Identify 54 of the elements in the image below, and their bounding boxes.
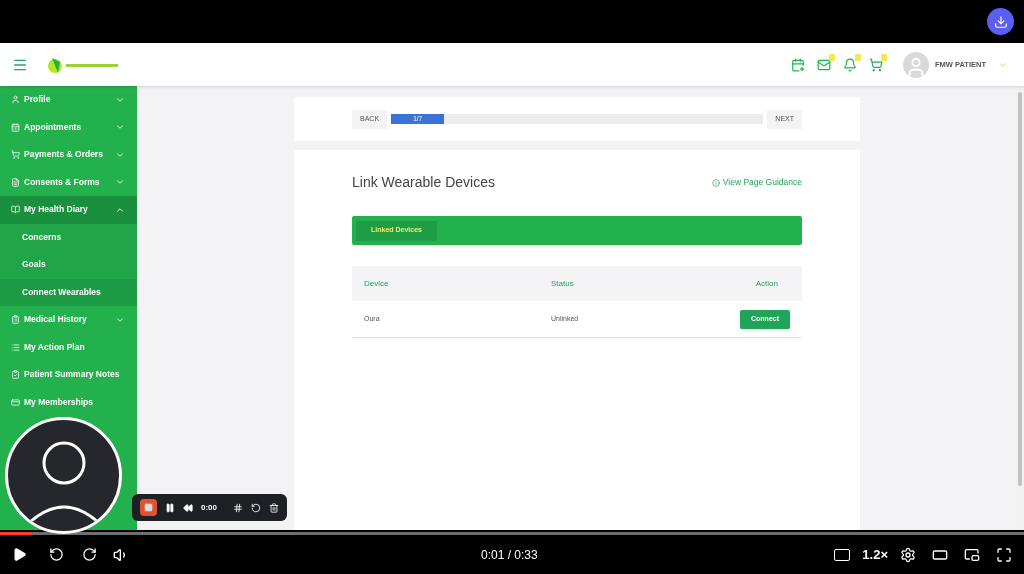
bell-icon[interactable] xyxy=(843,57,858,72)
sidebar-subitem[interactable]: Concerns xyxy=(0,223,137,251)
sidebar-item[interactable]: My Health Diary xyxy=(0,196,137,224)
menu-item-icon xyxy=(11,397,20,407)
sidebar-item[interactable]: Profile xyxy=(0,86,137,114)
recording-time: 0:00 xyxy=(201,501,217,514)
sidebar-item[interactable]: Medical History xyxy=(0,306,137,334)
menu-item-icon xyxy=(11,150,20,160)
badge-icon xyxy=(881,53,888,61)
fullscreen-icon[interactable] xyxy=(996,546,1012,563)
mail-icon[interactable] xyxy=(817,57,832,72)
menu-item-icon xyxy=(11,95,20,105)
menu-item-icon xyxy=(11,315,20,325)
column-header: Device xyxy=(364,277,390,290)
sidebar-subitem[interactable]: Goals xyxy=(0,251,137,279)
skip-forward-icon[interactable] xyxy=(82,547,97,562)
stop-button[interactable] xyxy=(140,499,157,516)
info-icon xyxy=(711,178,720,187)
menu-item-icon xyxy=(11,122,20,132)
column-header: Action xyxy=(755,277,779,290)
settings-icon[interactable] xyxy=(900,546,916,563)
menu-item-icon xyxy=(11,370,20,380)
skip-back-icon[interactable] xyxy=(49,547,64,562)
sidebar-item[interactable]: My Memberships xyxy=(0,388,137,416)
badge-icon xyxy=(855,53,862,61)
trash-icon[interactable] xyxy=(269,502,279,513)
download-button[interactable] xyxy=(987,8,1014,35)
menu-item-icon xyxy=(11,205,20,215)
reset-icon[interactable] xyxy=(251,502,261,513)
grid-icon[interactable] xyxy=(233,502,243,513)
guidance-link[interactable]: View Page Guidance xyxy=(711,176,802,189)
page-title: Link Wearable Devices xyxy=(352,173,495,192)
speed-button[interactable]: 1.2× xyxy=(862,544,888,565)
captions-icon[interactable] xyxy=(834,548,851,561)
menu-item-icon xyxy=(11,342,20,352)
menu-item-icon xyxy=(11,177,20,187)
badge-icon xyxy=(829,53,836,61)
download-icon xyxy=(993,14,1008,29)
play-icon[interactable] xyxy=(12,547,27,562)
sidebar-item[interactable]: Consents & Forms xyxy=(0,168,137,196)
cart-icon[interactable] xyxy=(869,57,884,72)
sidebar-item[interactable]: Payments & Orders xyxy=(0,141,137,169)
rewind-icon[interactable] xyxy=(183,502,193,513)
sidebar-subitem[interactable]: Connect Wearables xyxy=(0,278,137,306)
video-time: 0:01 / 0:33 xyxy=(481,546,538,564)
sidebar-item[interactable]: Appointments xyxy=(0,113,137,141)
column-header: Status xyxy=(551,277,575,290)
picture-in-picture-icon[interactable] xyxy=(964,546,980,563)
sidebar-item[interactable]: My Action Plan xyxy=(0,333,137,361)
video-progress-track[interactable] xyxy=(0,532,1024,535)
pause-icon[interactable] xyxy=(165,502,175,513)
sidebar-item[interactable]: Patient Summary Notes xyxy=(0,361,137,389)
calendar-add-icon[interactable] xyxy=(791,57,806,72)
stop-icon xyxy=(144,503,153,512)
